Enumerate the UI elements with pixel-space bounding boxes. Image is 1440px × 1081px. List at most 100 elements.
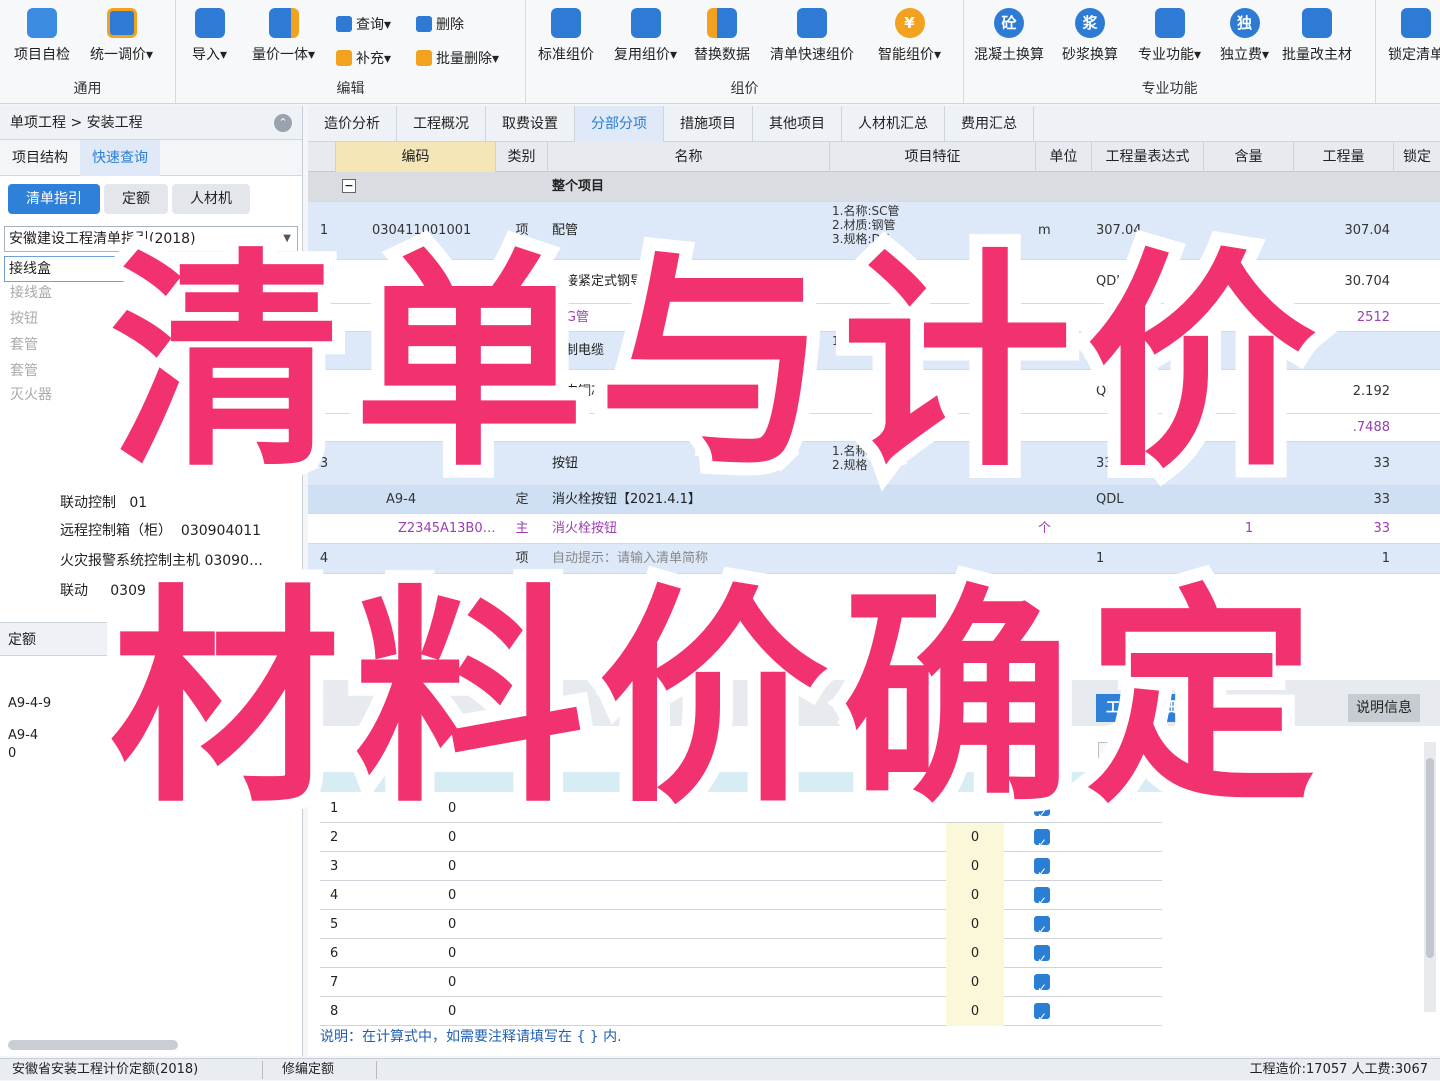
checkbox-icon[interactable]: ✓ <box>1034 945 1050 966</box>
reuse-pricing-button[interactable]: 复用组价▾ <box>614 8 677 64</box>
cell-unit[interactable]: 个 <box>1038 514 1090 544</box>
unified-price-button[interactable]: 统一调价▾ <box>90 8 153 64</box>
tab-quick-query[interactable]: 快速查询 <box>80 140 160 176</box>
breadcrumb: 单项工程 > 安装工程 ⌃ <box>0 106 302 140</box>
cell-result[interactable]: 0 <box>946 997 1004 1026</box>
col-expression[interactable]: 工程量表达式 <box>1092 142 1204 172</box>
list-item[interactable]: 8 0 0 ✓ <box>320 997 1162 1026</box>
tab-quota[interactable]: 定额 <box>104 184 168 214</box>
standard-pricing-button[interactable]: 标准组价 <box>538 8 594 64</box>
status-quota: 安徽省安装工程计价定额(2018) <box>12 1062 199 1077</box>
cell-result[interactable]: 0 <box>946 939 1004 968</box>
smart-pricing-button[interactable]: ¥ 智能组价▾ <box>878 8 941 64</box>
ribbon-group-label: 编辑 <box>336 81 365 97</box>
cell-expression[interactable]: 0 <box>448 939 456 968</box>
cell-expression[interactable] <box>1096 514 1202 544</box>
col-quantity[interactable]: 工程量 <box>1294 142 1394 172</box>
col-name[interactable]: 名称 <box>548 142 830 172</box>
ribbon-group-label: 专业功能 <box>1141 81 1198 97</box>
table-row-whole[interactable]: − 整个项目 <box>308 172 1440 202</box>
independent-fee-button[interactable]: 独独立费▾ <box>1220 8 1269 64</box>
qty-price-icon <box>268 8 299 38</box>
col-unit[interactable]: 单位 <box>1036 142 1092 172</box>
cell-result[interactable]: 0 <box>946 881 1004 910</box>
tab-fee-summary[interactable]: 费用汇总 <box>945 106 1034 142</box>
special-function-button[interactable]: 专业功能▾ <box>1138 8 1201 64</box>
collapse-icon[interactable]: − <box>342 179 356 193</box>
tab-fee-settings[interactable]: 取费设置 <box>486 106 575 142</box>
import-button[interactable]: 导入▾ <box>192 8 227 64</box>
checkbox-icon[interactable]: ✓ <box>1034 974 1050 995</box>
batch-material-button[interactable]: 批量改主材 <box>1282 8 1352 64</box>
tree-item[interactable]: 远程控制箱（柜） 030904011 <box>60 520 261 540</box>
tab-labor-material[interactable]: 人材机 <box>172 184 250 214</box>
cell-type[interactable]: 主 <box>496 514 548 544</box>
checkbox-icon[interactable]: ✓ <box>1034 887 1050 908</box>
cell-expression[interactable]: 0 <box>448 997 456 1026</box>
horizontal-scrollbar[interactable] <box>8 1040 178 1050</box>
supplement-button[interactable]: 补充▾ <box>336 48 391 68</box>
concrete-convert-button[interactable]: 砼混凝土换算 <box>974 8 1044 64</box>
quick-pricing-icon <box>797 8 827 38</box>
left-pill-tabs: 清单指引 定额 人材机 <box>0 176 302 220</box>
batch-delete-button[interactable]: 批量删除▾ <box>416 48 499 68</box>
checkbox-icon[interactable]: ✓ <box>1034 858 1050 879</box>
tab-other-items[interactable]: 其他项目 <box>753 106 842 142</box>
cell-expression[interactable]: 0 <box>448 852 456 881</box>
collapse-icon[interactable]: ⌃ <box>274 114 292 132</box>
quick-pricing-button[interactable]: 清单快速组价 <box>770 8 854 64</box>
status-edit-quota[interactable]: 修编定额 <box>282 1059 334 1081</box>
lock-icon <box>1401 8 1431 38</box>
query-button[interactable]: 查询▾ <box>336 14 391 34</box>
table-row[interactable]: Z2345A13B0… 主消火栓按钮个 1 33 <box>308 514 1440 544</box>
cell-feature[interactable] <box>832 514 1032 544</box>
cell-result[interactable]: 0 <box>946 968 1004 997</box>
mortar-convert-button[interactable]: 浆砂浆换算 <box>1062 8 1118 64</box>
checkbox-icon[interactable]: ✓ <box>1034 1003 1050 1024</box>
cell-name[interactable]: 消火栓按钮 <box>552 514 828 544</box>
cell-expression[interactable]: 0 <box>448 881 456 910</box>
lock-list-button[interactable]: 锁定清单 <box>1388 8 1440 64</box>
tab-overview[interactable]: 工程概况 <box>397 106 486 142</box>
list-item[interactable]: 7 0 0 ✓ <box>320 968 1162 997</box>
edit-material-icon <box>1302 8 1332 38</box>
cell-quantity[interactable]: 33 <box>1294 514 1390 544</box>
tab-list-guide[interactable]: 清单指引 <box>8 184 100 214</box>
tab-measures[interactable]: 措施项目 <box>664 106 753 142</box>
price-adjust-icon <box>106 8 137 38</box>
list-item[interactable]: 4 0 0 ✓ <box>320 881 1162 910</box>
independent-icon: 独 <box>1229 8 1260 38</box>
cell-expression[interactable]: 0 <box>448 910 456 939</box>
list-item[interactable]: 5 0 0 ✓ <box>320 910 1162 939</box>
col-type[interactable]: 类别 <box>496 142 548 172</box>
tab-labor-summary[interactable]: 人材机汇总 <box>842 106 945 142</box>
list-item[interactable]: 3 0 0 ✓ <box>320 852 1162 881</box>
list-item[interactable]: 6 0 0 ✓ <box>320 939 1162 968</box>
trash-icon <box>416 16 432 32</box>
replace-data-button[interactable]: 替换数据 <box>694 8 750 64</box>
note-text: 说明：在计算式中，如需要注释请填写在 { } 内. <box>320 1029 622 1045</box>
col-content[interactable]: 含量 <box>1204 142 1294 172</box>
cell-result[interactable]: 0 <box>946 910 1004 939</box>
col-lock[interactable]: 锁定 <box>1394 142 1440 172</box>
status-bar: 安徽省安装工程计价定额(2018) 修编定额 工程造价:17057 人工费:30… <box>0 1058 1440 1080</box>
col-code[interactable]: 编码 <box>336 142 496 172</box>
col-feature[interactable]: 项目特征 <box>830 142 1036 172</box>
delete-button[interactable]: 删除 <box>416 14 464 34</box>
project-check-button[interactable]: 项目自检 <box>14 8 70 64</box>
bill-grid: 编码 类别 名称 项目特征 单位 工程量表达式 含量 工程量 锁定 − 整个项目… <box>308 142 1440 574</box>
tab-cost-analysis[interactable]: 造价分析 <box>308 106 397 142</box>
ribbon-group-label: 组价 <box>730 81 759 97</box>
replace-icon <box>707 8 737 38</box>
row-number[interactable] <box>312 514 336 544</box>
checkbox-icon[interactable]: ✓ <box>1034 916 1050 937</box>
tab-subitems[interactable]: 分部分项 <box>575 106 664 142</box>
cell-expression[interactable]: 0 <box>448 968 456 997</box>
mortar-icon: 浆 <box>1075 8 1105 38</box>
qty-price-button[interactable]: 量价一体▾ <box>252 8 315 64</box>
tab-project-structure[interactable]: 项目结构 <box>0 140 80 176</box>
import-icon <box>194 8 225 38</box>
cell-content[interactable]: 1 <box>1204 514 1294 544</box>
cell-result[interactable]: 0 <box>946 852 1004 881</box>
concrete-icon: 砼 <box>994 8 1024 38</box>
